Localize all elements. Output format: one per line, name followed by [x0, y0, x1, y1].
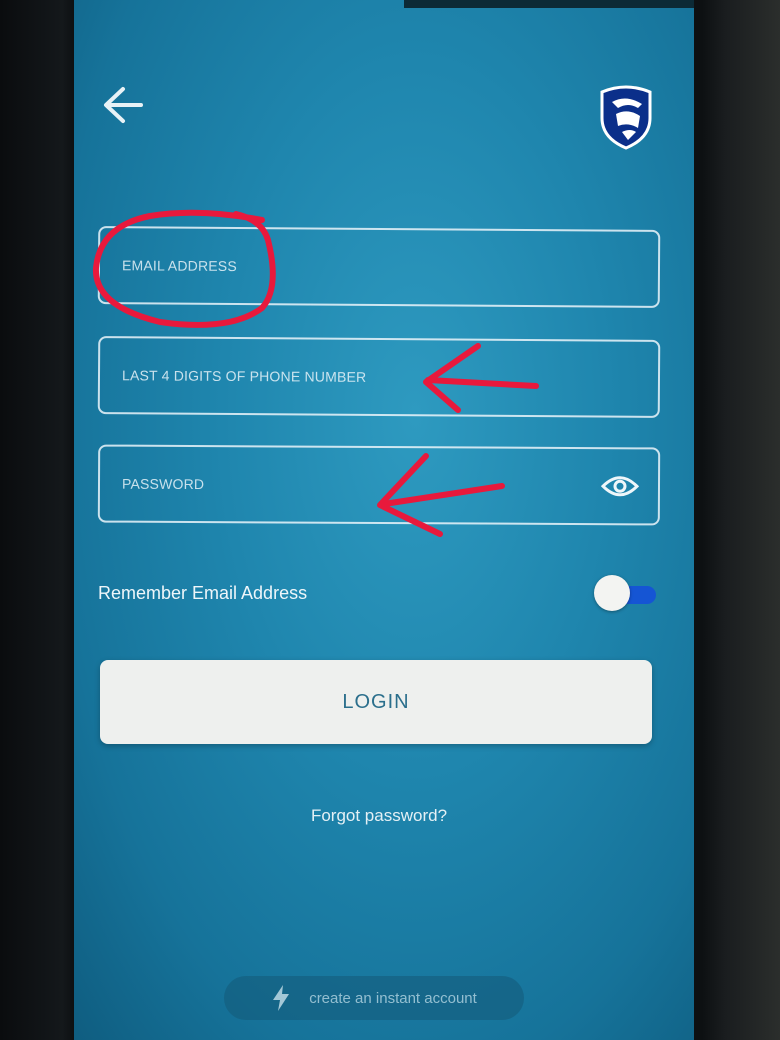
remember-email-row: Remember Email Address	[98, 575, 658, 611]
eye-icon	[600, 476, 640, 497]
shield-logo-icon	[600, 85, 652, 150]
instant-account-label: create an instant account	[309, 989, 477, 1007]
status-bar	[404, 0, 694, 8]
remember-email-label: Remember Email Address	[98, 582, 308, 603]
lightning-bolt-icon	[273, 985, 290, 1011]
password-field[interactable]: PASSWORD	[97, 444, 661, 526]
arrow-left-icon	[104, 87, 143, 123]
phone-placeholder: LAST 4 DIGITS OF PHONE NUMBER	[121, 367, 367, 385]
phone-digits-field[interactable]: LAST 4 DIGITS OF PHONE NUMBER	[97, 336, 661, 418]
password-placeholder: PASSWORD	[121, 475, 205, 493]
email-placeholder: EMAIL ADDRESS	[121, 257, 237, 275]
phone-device: EMAIL ADDRESS LAST 4 DIGITS OF PHONE NUM…	[0, 0, 780, 1040]
instant-account-button[interactable]: create an instant account	[224, 976, 524, 1020]
forgot-password-link[interactable]: Forgot password?	[74, 806, 684, 826]
email-field[interactable]: EMAIL ADDRESS	[97, 226, 661, 308]
toggle-knob	[594, 575, 630, 611]
login-screen: EMAIL ADDRESS LAST 4 DIGITS OF PHONE NUM…	[74, 0, 694, 1040]
remember-email-toggle[interactable]	[594, 575, 658, 611]
back-button[interactable]	[98, 80, 148, 130]
show-password-button[interactable]	[600, 469, 640, 503]
login-button[interactable]: LOGIN	[100, 660, 652, 744]
